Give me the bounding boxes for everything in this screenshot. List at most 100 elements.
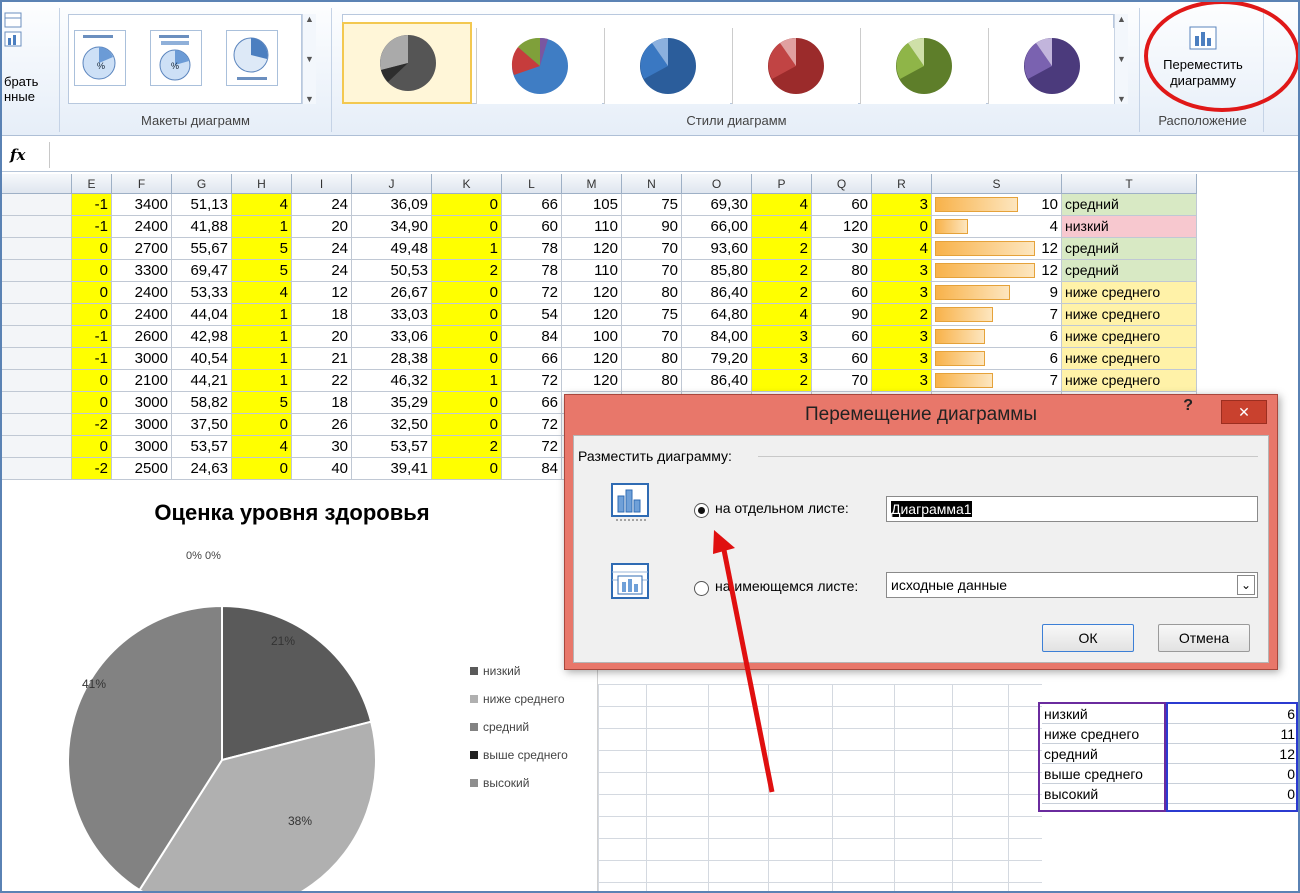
cell[interactable]: 120: [562, 282, 622, 304]
existing-sheet-select[interactable]: исходные данные ⌄: [886, 572, 1258, 598]
cell[interactable]: -1: [72, 326, 112, 348]
legend-item[interactable]: высокий: [470, 776, 568, 804]
cell[interactable]: 26,67: [352, 282, 432, 304]
cell[interactable]: 3: [872, 326, 932, 348]
cell[interactable]: 5: [232, 260, 292, 282]
cell[interactable]: 20: [292, 326, 352, 348]
cell[interactable]: 2500: [112, 458, 172, 480]
style-thumb-2[interactable]: [476, 28, 602, 104]
cell[interactable]: 51,13: [172, 194, 232, 216]
cell[interactable]: 2: [752, 260, 812, 282]
cell[interactable]: 110: [562, 260, 622, 282]
fx-icon[interactable]: fx: [10, 142, 50, 168]
cell[interactable]: 12: [932, 238, 1062, 260]
cell[interactable]: 120: [562, 370, 622, 392]
cell[interactable]: 66: [502, 194, 562, 216]
cell[interactable]: 40,54: [172, 348, 232, 370]
cell[interactable]: 0: [432, 414, 502, 436]
scroll-up-icon[interactable]: ▲: [305, 14, 314, 24]
cell[interactable]: 4: [232, 282, 292, 304]
cell[interactable]: 70: [622, 326, 682, 348]
cell[interactable]: 21: [292, 348, 352, 370]
cell[interactable]: 4: [232, 194, 292, 216]
cell[interactable]: 55,67: [172, 238, 232, 260]
cell[interactable]: 60: [812, 282, 872, 304]
row-header[interactable]: [2, 458, 72, 480]
row-header[interactable]: [2, 194, 72, 216]
column-header[interactable]: G: [172, 174, 232, 194]
cell[interactable]: 3000: [112, 414, 172, 436]
scroll-down-icon[interactable]: ▼: [1117, 54, 1126, 64]
cell[interactable]: 0: [872, 216, 932, 238]
cell[interactable]: 3: [752, 326, 812, 348]
cell[interactable]: 100: [562, 326, 622, 348]
cell[interactable]: средний: [1062, 194, 1197, 216]
cell[interactable]: 3000: [112, 348, 172, 370]
cell[interactable]: 50,53: [352, 260, 432, 282]
cell[interactable]: 2400: [112, 216, 172, 238]
cell[interactable]: 79,20: [682, 348, 752, 370]
cell[interactable]: 1: [232, 348, 292, 370]
column-header[interactable]: T: [1062, 174, 1197, 194]
cell[interactable]: 35,29: [352, 392, 432, 414]
cell[interactable]: 80: [622, 370, 682, 392]
cell[interactable]: средний: [1062, 238, 1197, 260]
cell[interactable]: 86,40: [682, 282, 752, 304]
cell[interactable]: 39,41: [352, 458, 432, 480]
cell[interactable]: 34,90: [352, 216, 432, 238]
cell[interactable]: 44,04: [172, 304, 232, 326]
cell[interactable]: 6: [932, 348, 1062, 370]
cell[interactable]: 2400: [112, 304, 172, 326]
cell[interactable]: 18: [292, 304, 352, 326]
cell[interactable]: 44,21: [172, 370, 232, 392]
cell[interactable]: 93,60: [682, 238, 752, 260]
cell[interactable]: 2: [752, 370, 812, 392]
row-header[interactable]: [2, 370, 72, 392]
cell[interactable]: 20: [292, 216, 352, 238]
cell[interactable]: 4: [752, 216, 812, 238]
cell[interactable]: 7: [932, 304, 1062, 326]
column-header[interactable]: F: [112, 174, 172, 194]
cell[interactable]: 24: [292, 260, 352, 282]
cell[interactable]: 30: [812, 238, 872, 260]
cell[interactable]: 3: [872, 282, 932, 304]
cell[interactable]: 2: [872, 304, 932, 326]
column-header[interactable]: M: [562, 174, 622, 194]
cell[interactable]: 12: [932, 260, 1062, 282]
cell[interactable]: 72: [502, 282, 562, 304]
column-header[interactable]: S: [932, 174, 1062, 194]
cell[interactable]: 5: [232, 238, 292, 260]
cell[interactable]: ниже среднего: [1062, 304, 1197, 326]
row-header[interactable]: [2, 238, 72, 260]
radio-new-sheet[interactable]: [694, 503, 709, 518]
cell[interactable]: 86,40: [682, 370, 752, 392]
cell[interactable]: 120: [562, 348, 622, 370]
cell[interactable]: 32,50: [352, 414, 432, 436]
cell[interactable]: 72: [502, 370, 562, 392]
close-button[interactable]: ✕: [1221, 400, 1267, 424]
scroll-down-icon[interactable]: ▼: [305, 54, 314, 64]
chevron-down-icon[interactable]: ⌄: [1237, 575, 1255, 595]
cell[interactable]: 53,33: [172, 282, 232, 304]
cell[interactable]: 3: [872, 260, 932, 282]
layout-thumb-3[interactable]: [226, 30, 278, 86]
cell[interactable]: 2: [432, 436, 502, 458]
cell[interactable]: 0: [432, 348, 502, 370]
cell[interactable]: 4: [872, 238, 932, 260]
gallery-more-icon[interactable]: ▼: [305, 94, 314, 104]
cell[interactable]: 84,00: [682, 326, 752, 348]
cell[interactable]: 7: [932, 370, 1062, 392]
column-header[interactable]: R: [872, 174, 932, 194]
cell[interactable]: -1: [72, 216, 112, 238]
cell[interactable]: 58,82: [172, 392, 232, 414]
cell[interactable]: -2: [72, 414, 112, 436]
row-header[interactable]: [2, 282, 72, 304]
cell[interactable]: ниже среднего: [1062, 282, 1197, 304]
row-header[interactable]: [2, 436, 72, 458]
styles-scroll[interactable]: ▲ ▼ ▼: [1114, 14, 1128, 104]
cell[interactable]: 2700: [112, 238, 172, 260]
cell[interactable]: ниже среднего: [1062, 370, 1197, 392]
cell[interactable]: 66,00: [682, 216, 752, 238]
cell[interactable]: 0: [232, 458, 292, 480]
cell[interactable]: 3: [872, 194, 932, 216]
